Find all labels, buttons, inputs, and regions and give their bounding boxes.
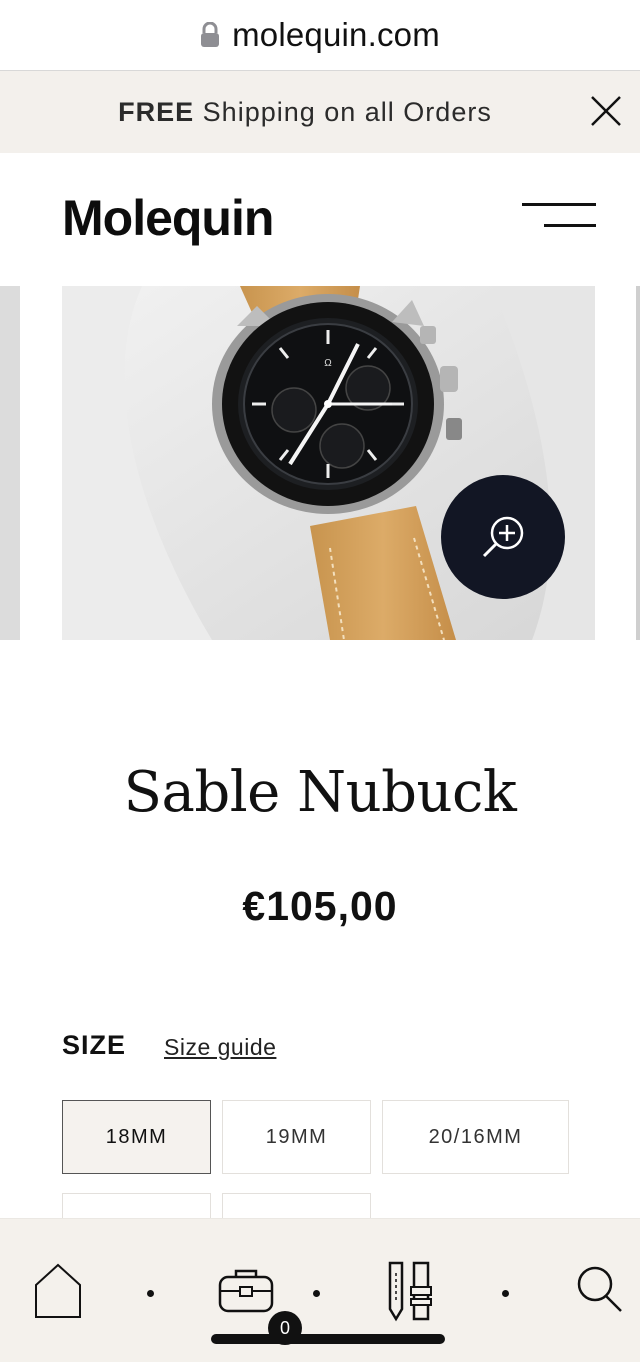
browser-url-bar[interactable]: molequin.com (0, 0, 640, 71)
close-icon[interactable] (586, 91, 626, 131)
size-option-19mm[interactable]: 19MM (222, 1100, 371, 1174)
promo-banner: FREE Shipping on all Orders (0, 71, 640, 153)
search-icon[interactable] (576, 1265, 624, 1313)
nav-separator-dot (502, 1290, 509, 1297)
menu-icon[interactable] (520, 199, 598, 233)
size-guide-link[interactable]: Size guide (164, 1034, 276, 1061)
nav-separator-dot (147, 1290, 154, 1297)
size-label: SIZE (62, 1030, 127, 1060)
promo-message: Shipping on all Orders (194, 96, 492, 127)
promo-text: FREE Shipping on all Orders (118, 97, 492, 128)
zoom-button[interactable] (441, 475, 565, 599)
prev-slide-peek (0, 286, 20, 640)
strap-icon[interactable] (386, 1259, 432, 1323)
product-gallery[interactable]: Ω (0, 286, 640, 642)
brand-logo[interactable]: Molequin (62, 189, 274, 247)
site-header: Molequin (0, 153, 640, 283)
promo-bold: FREE (118, 96, 195, 127)
size-option-20-16mm[interactable]: 20/16MM (382, 1100, 569, 1174)
product-price: €105,00 (242, 883, 398, 929)
product-title: Sable Nubuck (123, 760, 517, 825)
lock-icon (201, 22, 220, 47)
home-icon[interactable] (34, 1263, 82, 1319)
bag-icon[interactable] (218, 1267, 274, 1313)
svg-text:Ω: Ω (324, 358, 332, 369)
home-indicator (211, 1334, 445, 1344)
url-text: molequin.com (232, 16, 440, 53)
next-slide-peek (636, 286, 640, 640)
nav-separator-dot (313, 1290, 320, 1297)
size-option-18mm[interactable]: 18MM (62, 1100, 211, 1174)
zoom-in-icon (482, 516, 524, 558)
